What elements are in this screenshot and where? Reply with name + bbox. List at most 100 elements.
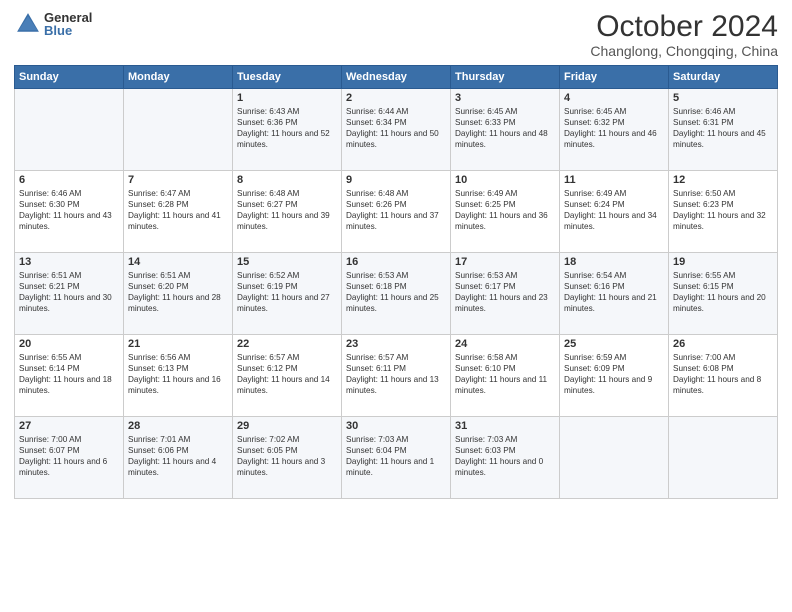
weekday-header-monday: Monday <box>124 66 233 89</box>
calendar-week-row: 27 Sunrise: 7:00 AMSunset: 6:07 PMDayligh… <box>15 417 778 499</box>
cell-content: Sunrise: 6:52 AMSunset: 6:19 PMDaylight:… <box>237 270 337 314</box>
calendar-cell: 24Sunrise: 6:58 AMSunset: 6:10 PMDayligh… <box>451 335 560 417</box>
calendar-cell: 10 Sunrise: 6:49 AMSunset: 6:25 PMDayligh… <box>451 171 560 253</box>
main-title: October 2024 <box>590 10 778 43</box>
cell-content: Sunrise: 6:44 AMSunset: 6:34 PMDaylight:… <box>346 106 446 150</box>
calendar-cell: 28 Sunrise: 7:01 AMSunset: 6:06 PMDayligh… <box>124 417 233 499</box>
calendar-cell: 9Sunrise: 6:48 AMSunset: 6:26 PMDaylight… <box>342 171 451 253</box>
calendar-cell: 21 Sunrise: 6:56 AMSunset: 6:13 PMDayligh… <box>124 335 233 417</box>
cell-content: Sunrise: 6:51 AMSunset: 6:21 PMDaylight:… <box>19 270 119 314</box>
day-number: 25 <box>564 338 664 350</box>
calendar-cell: 17 Sunrise: 6:53 AMSunset: 6:17 PMDayligh… <box>451 253 560 335</box>
day-number: 31 <box>455 420 555 432</box>
cell-content: Sunrise: 6:59 AMSunset: 6:09 PMDaylight:… <box>564 352 664 396</box>
day-number: 28 <box>128 420 228 432</box>
weekday-header-sunday: Sunday <box>15 66 124 89</box>
calendar-cell: 15 Sunrise: 6:52 AMSunset: 6:19 PMDayligh… <box>233 253 342 335</box>
weekday-header-row: SundayMondayTuesdayWednesdayThursdayFrid… <box>15 66 778 89</box>
day-number: 10 <box>455 174 555 186</box>
day-number: 29 <box>237 420 337 432</box>
weekday-header-thursday: Thursday <box>451 66 560 89</box>
logo-text: General Blue <box>44 11 92 37</box>
day-number: 22 <box>237 338 337 350</box>
calendar-cell: 1 Sunrise: 6:43 AMSunset: 6:36 PMDaylight… <box>233 89 342 171</box>
calendar-cell: 23 Sunrise: 6:57 AMSunset: 6:11 PMDayligh… <box>342 335 451 417</box>
day-number: 26 <box>673 338 773 350</box>
cell-content: Sunrise: 6:48 AMSunset: 6:27 PMDaylight:… <box>237 188 337 232</box>
cell-content: Sunrise: 6:43 AMSunset: 6:36 PMDaylight:… <box>237 106 337 150</box>
day-number: 14 <box>128 256 228 268</box>
day-number: 12 <box>673 174 773 186</box>
day-number: 4 <box>564 92 664 104</box>
cell-content: Sunrise: 6:53 AMSunset: 6:18 PMDaylight:… <box>346 270 446 314</box>
day-number: 23 <box>346 338 446 350</box>
calendar-cell: 13Sunrise: 6:51 AMSunset: 6:21 PMDayligh… <box>15 253 124 335</box>
calendar-cell: 29Sunrise: 7:02 AMSunset: 6:05 PMDayligh… <box>233 417 342 499</box>
calendar-cell: 31 Sunrise: 7:03 AMSunset: 6:03 PMDayligh… <box>451 417 560 499</box>
logo-blue-text: Blue <box>44 24 92 37</box>
calendar-cell: 26Sunrise: 7:00 AMSunset: 6:08 PMDayligh… <box>669 335 778 417</box>
day-number: 17 <box>455 256 555 268</box>
day-number: 1 <box>237 92 337 104</box>
calendar-cell: 27 Sunrise: 7:00 AMSunset: 6:07 PMDayligh… <box>15 417 124 499</box>
day-number: 30 <box>346 420 446 432</box>
cell-content: Sunrise: 7:03 AMSunset: 6:03 PMDaylight:… <box>455 434 555 478</box>
day-number: 27 <box>19 420 119 432</box>
day-number: 5 <box>673 92 773 104</box>
cell-content: Sunrise: 6:57 AMSunset: 6:11 PMDaylight:… <box>346 352 446 396</box>
weekday-header-friday: Friday <box>560 66 669 89</box>
calendar-cell: 20Sunrise: 6:55 AMSunset: 6:14 PMDayligh… <box>15 335 124 417</box>
cell-content: Sunrise: 6:50 AMSunset: 6:23 PMDaylight:… <box>673 188 773 232</box>
day-number: 15 <box>237 256 337 268</box>
calendar-cell: 19 Sunrise: 6:55 AMSunset: 6:15 PMDayligh… <box>669 253 778 335</box>
day-number: 11 <box>564 174 664 186</box>
cell-content: Sunrise: 7:00 AMSunset: 6:07 PMDaylight:… <box>19 434 119 478</box>
calendar-table: SundayMondayTuesdayWednesdayThursdayFrid… <box>14 65 778 499</box>
calendar-cell: 22 Sunrise: 6:57 AMSunset: 6:12 PMDayligh… <box>233 335 342 417</box>
calendar-week-row: 13Sunrise: 6:51 AMSunset: 6:21 PMDayligh… <box>15 253 778 335</box>
cell-content: Sunrise: 6:57 AMSunset: 6:12 PMDaylight:… <box>237 352 337 396</box>
day-number: 2 <box>346 92 446 104</box>
day-number: 3 <box>455 92 555 104</box>
day-number: 8 <box>237 174 337 186</box>
cell-content: Sunrise: 6:54 AMSunset: 6:16 PMDaylight:… <box>564 270 664 314</box>
cell-content: Sunrise: 6:56 AMSunset: 6:13 PMDaylight:… <box>128 352 228 396</box>
day-number: 7 <box>128 174 228 186</box>
day-number: 20 <box>19 338 119 350</box>
cell-content: Sunrise: 6:55 AMSunset: 6:15 PMDaylight:… <box>673 270 773 314</box>
calendar-cell: 30Sunrise: 7:03 AMSunset: 6:04 PMDayligh… <box>342 417 451 499</box>
calendar-cell <box>124 89 233 171</box>
logo-icon <box>14 10 42 38</box>
calendar-cell: 2 Sunrise: 6:44 AMSunset: 6:34 PMDaylight… <box>342 89 451 171</box>
day-number: 24 <box>455 338 555 350</box>
cell-content: Sunrise: 6:49 AMSunset: 6:25 PMDaylight:… <box>455 188 555 232</box>
calendar-week-row: 6 Sunrise: 6:46 AMSunset: 6:30 PMDaylight… <box>15 171 778 253</box>
calendar-cell: 18Sunrise: 6:54 AMSunset: 6:16 PMDayligh… <box>560 253 669 335</box>
calendar-cell: 25 Sunrise: 6:59 AMSunset: 6:09 PMDayligh… <box>560 335 669 417</box>
calendar-cell: 14Sunrise: 6:51 AMSunset: 6:20 PMDayligh… <box>124 253 233 335</box>
calendar-cell: 16Sunrise: 6:53 AMSunset: 6:18 PMDayligh… <box>342 253 451 335</box>
cell-content: Sunrise: 7:01 AMSunset: 6:06 PMDaylight:… <box>128 434 228 478</box>
calendar-cell <box>560 417 669 499</box>
calendar-cell: 7Sunrise: 6:47 AMSunset: 6:28 PMDaylight… <box>124 171 233 253</box>
calendar-week-row: 20Sunrise: 6:55 AMSunset: 6:14 PMDayligh… <box>15 335 778 417</box>
cell-content: Sunrise: 6:53 AMSunset: 6:17 PMDaylight:… <box>455 270 555 314</box>
cell-content: Sunrise: 6:46 AMSunset: 6:31 PMDaylight:… <box>673 106 773 150</box>
calendar-cell: 6 Sunrise: 6:46 AMSunset: 6:30 PMDaylight… <box>15 171 124 253</box>
title-block: October 2024 Changlong, Chongqing, China <box>590 10 778 59</box>
calendar-cell: 3Sunrise: 6:45 AMSunset: 6:33 PMDaylight… <box>451 89 560 171</box>
header: General Blue October 2024 Changlong, Cho… <box>14 10 778 59</box>
calendar-week-row: 1 Sunrise: 6:43 AMSunset: 6:36 PMDaylight… <box>15 89 778 171</box>
day-number: 19 <box>673 256 773 268</box>
day-number: 9 <box>346 174 446 186</box>
subtitle: Changlong, Chongqing, China <box>590 43 778 59</box>
cell-content: Sunrise: 6:45 AMSunset: 6:32 PMDaylight:… <box>564 106 664 150</box>
calendar-cell <box>15 89 124 171</box>
weekday-header-tuesday: Tuesday <box>233 66 342 89</box>
calendar-cell: 4 Sunrise: 6:45 AMSunset: 6:32 PMDaylight… <box>560 89 669 171</box>
day-number: 6 <box>19 174 119 186</box>
calendar-cell: 11Sunrise: 6:49 AMSunset: 6:24 PMDayligh… <box>560 171 669 253</box>
cell-content: Sunrise: 6:46 AMSunset: 6:30 PMDaylight:… <box>19 188 119 232</box>
calendar-cell <box>669 417 778 499</box>
day-number: 21 <box>128 338 228 350</box>
